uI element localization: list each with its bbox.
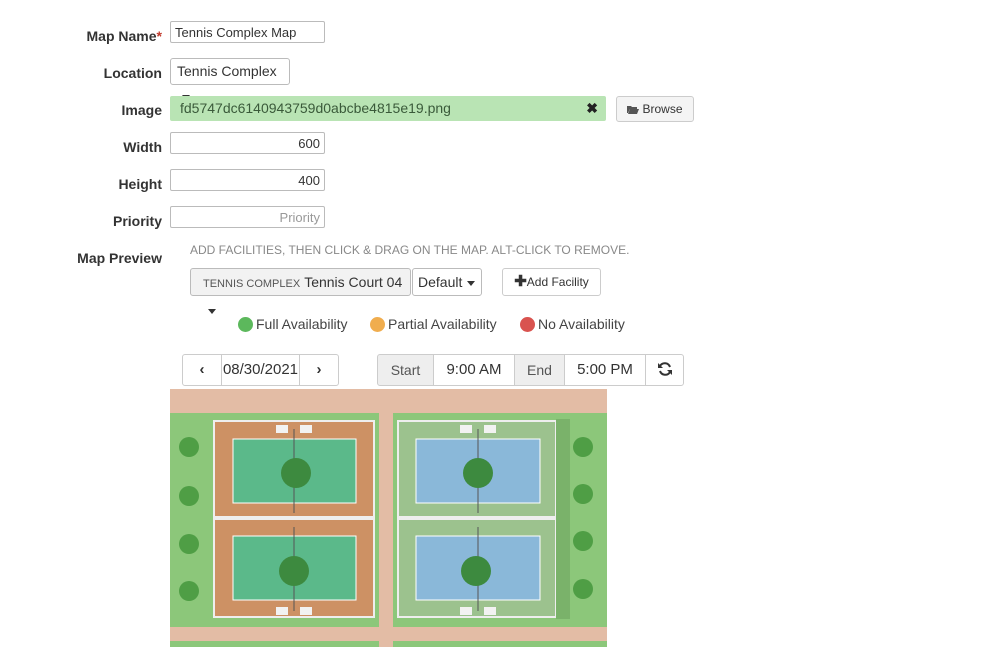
legend-none: No Availability	[520, 316, 625, 332]
priority-label: Priority	[112, 213, 162, 229]
width-label: Width	[123, 139, 162, 155]
add-facility-label: Add Facility	[526, 275, 589, 289]
legend-partial: Partial Availability	[370, 316, 497, 332]
image-label: Image	[121, 102, 162, 118]
browse-label: Browse	[642, 102, 683, 116]
preview-hint: Add facilities, then click & drag on the…	[190, 243, 630, 257]
time-range: Start 9:00 AM End 5:00 PM	[377, 354, 684, 386]
legend-full: Full Availability	[238, 316, 348, 332]
add-facility-button[interactable]: ✚Add Facility	[502, 268, 601, 296]
height-label: Height	[118, 176, 162, 192]
location-select[interactable]: Tennis Complex	[170, 58, 290, 100]
map-preview-image[interactable]	[170, 389, 607, 647]
chevron-down-icon	[208, 308, 216, 314]
image-file-field[interactable]: fd5747dc6140943759d0abcbe4815e19.png ✖	[170, 96, 606, 121]
style-value: Default	[418, 274, 463, 290]
no-availability-dot	[520, 317, 535, 332]
start-time-input[interactable]: 9:00 AM	[433, 354, 515, 386]
folder-open-icon	[627, 102, 642, 116]
location-label: Location	[103, 65, 162, 81]
map-name-input[interactable]: Tennis Complex Map	[170, 21, 325, 43]
style-select[interactable]: Default	[412, 268, 482, 296]
width-input[interactable]: 600	[170, 132, 325, 154]
height-input[interactable]: 400	[170, 169, 325, 191]
location-value: Tennis Complex	[177, 63, 277, 79]
full-availability-dot	[238, 317, 253, 332]
partial-availability-dot	[370, 317, 385, 332]
remove-file-icon[interactable]: ✖	[586, 96, 598, 121]
end-time-input[interactable]: 5:00 PM	[564, 354, 646, 386]
chevron-right-icon[interactable]: ›	[299, 354, 339, 386]
date-navigator: ‹ 08/30/2021 ›	[182, 354, 357, 386]
priority-input[interactable]: Priority	[170, 206, 325, 228]
facility-select[interactable]: TENNIS COMPLEX Tennis Court 04	[190, 268, 411, 314]
facility-group-label: TENNIS COMPLEX	[203, 278, 301, 290]
browse-button[interactable]: Browse	[616, 96, 694, 122]
plus-icon: ✚	[514, 273, 527, 290]
chevron-left-icon[interactable]: ‹	[182, 354, 222, 386]
date-value[interactable]: 08/30/2021	[221, 354, 300, 386]
facility-value: Tennis Court 04	[304, 274, 403, 290]
chevron-down-icon	[467, 280, 476, 286]
map-name-label: Map Name*	[86, 28, 162, 44]
start-label: Start	[377, 354, 434, 386]
end-label: End	[514, 354, 565, 386]
refresh-icon[interactable]	[645, 354, 684, 386]
map-preview-label: Map Preview	[77, 250, 162, 266]
image-filename: fd5747dc6140943759d0abcbe4815e19.png	[180, 100, 451, 116]
